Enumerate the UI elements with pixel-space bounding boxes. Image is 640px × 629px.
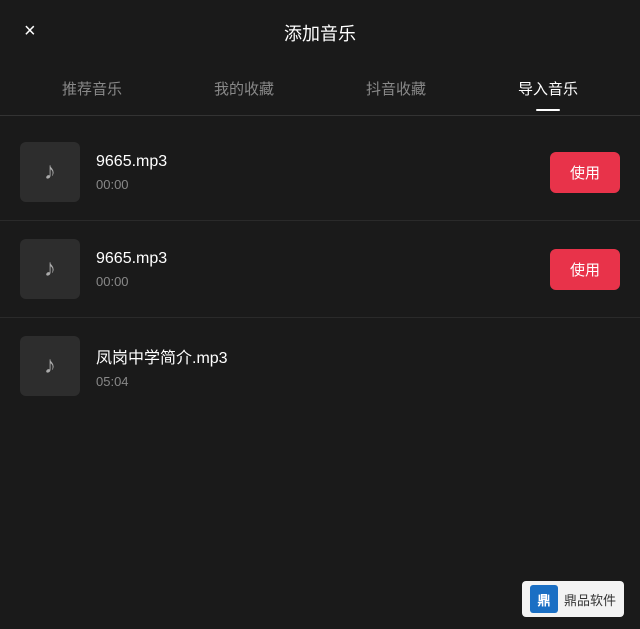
tab-bar: 推荐音乐 我的收藏 抖音收藏 导入音乐: [0, 62, 640, 107]
watermark-icon-text: 鼎: [537, 590, 550, 609]
music-name: 凤岗中学简介.mp3: [96, 344, 620, 368]
close-button[interactable]: ×: [24, 21, 36, 41]
music-name: 9665.mp3: [96, 250, 550, 268]
watermark-label: 鼎品软件: [564, 590, 616, 609]
header-title: 添加音乐: [284, 20, 356, 46]
music-duration: 05:04: [96, 374, 620, 389]
music-list: ♪ 9665.mp3 00:00 使用 ♪ 9665.mp3 00:00 使用 …: [0, 116, 640, 422]
tab-my-favorites[interactable]: 我的收藏: [202, 70, 286, 107]
music-duration: 00:00: [96, 274, 550, 289]
header: × 添加音乐: [0, 0, 640, 62]
tab-recommended[interactable]: 推荐音乐: [50, 70, 134, 107]
music-item: ♪ 凤岗中学简介.mp3 05:04: [0, 317, 640, 414]
tab-douyin-favorites[interactable]: 抖音收藏: [354, 70, 438, 107]
music-note-icon: ♪: [44, 158, 56, 186]
music-info: 9665.mp3 00:00: [96, 153, 550, 192]
music-thumbnail: ♪: [20, 142, 80, 202]
music-info: 凤岗中学简介.mp3 05:04: [96, 344, 620, 389]
use-button[interactable]: 使用: [550, 152, 620, 193]
music-thumbnail: ♪: [20, 239, 80, 299]
music-note-icon: ♪: [44, 352, 56, 380]
music-duration: 00:00: [96, 177, 550, 192]
app-container: × 添加音乐 推荐音乐 我的收藏 抖音收藏 导入音乐 ♪ 9665.mp3 00…: [0, 0, 640, 422]
music-item: ♪ 9665.mp3 00:00 使用: [0, 220, 640, 317]
music-thumbnail: ♪: [20, 336, 80, 396]
watermark-icon: 鼎: [530, 585, 558, 613]
music-item: ♪ 9665.mp3 00:00 使用: [0, 124, 640, 220]
watermark: 鼎 鼎品软件: [522, 581, 624, 617]
music-name: 9665.mp3: [96, 153, 550, 171]
music-info: 9665.mp3 00:00: [96, 250, 550, 289]
tab-import-music[interactable]: 导入音乐: [506, 70, 590, 107]
use-button[interactable]: 使用: [550, 249, 620, 290]
music-note-icon: ♪: [44, 255, 56, 283]
